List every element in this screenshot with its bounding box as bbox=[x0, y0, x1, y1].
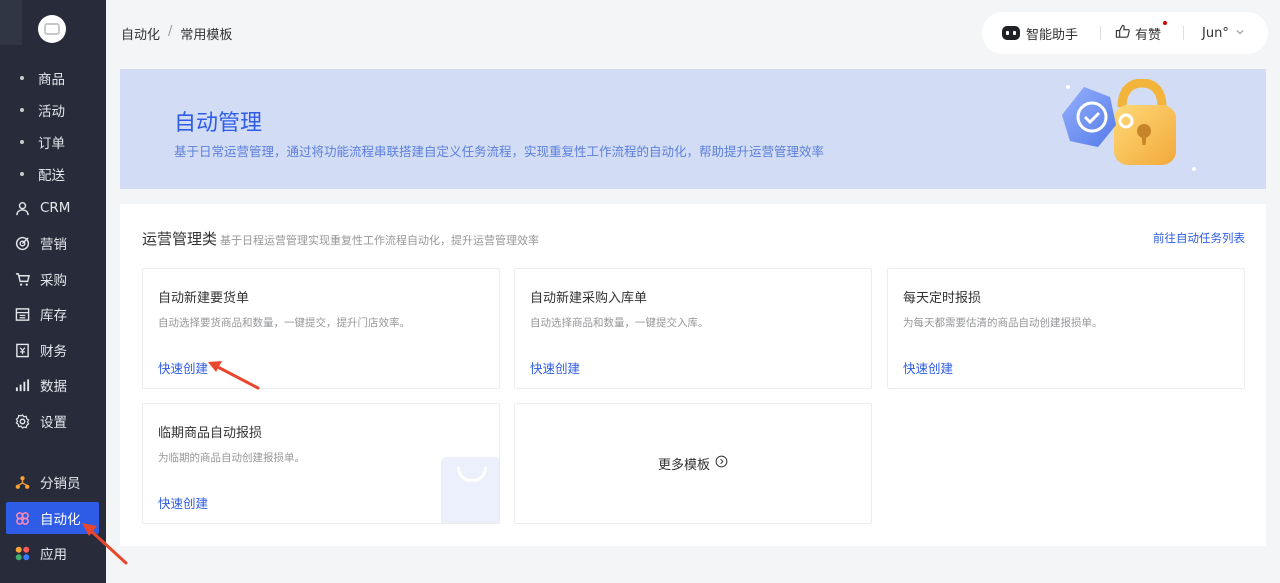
quick-create-link[interactable]: 快速创建 bbox=[158, 358, 208, 377]
card-title: 临期商品自动报损 bbox=[158, 426, 263, 441]
template-card: 自动新建采购入库单 自动选择商品和数量，一键提交入库。 快速创建 bbox=[514, 268, 872, 389]
cart-icon bbox=[14, 271, 30, 287]
card-title: 自动新建要货单 bbox=[158, 291, 250, 306]
bar-chart-icon bbox=[14, 377, 30, 393]
banner-description: 基于日常运营管理，通过将功能流程串联搭建自定义任务流程，实现重复性工作流程的自动… bbox=[174, 144, 825, 159]
sidebar-item-distributor[interactable]: 分销员 bbox=[0, 468, 106, 496]
arrow-right-circle-icon bbox=[715, 455, 728, 472]
sidebar-item-label: 分销员 bbox=[40, 476, 81, 492]
template-panel: 运营管理类 基于日程运营管理实现重复性工作流程自动化，提升运营管理效率 前往自动… bbox=[120, 204, 1266, 546]
sidebar-item-label: 商品 bbox=[38, 72, 65, 88]
sidebar-item-marketing[interactable]: 营销 bbox=[0, 229, 106, 257]
warehouse-icon bbox=[14, 306, 30, 322]
section-title: 运营管理类 bbox=[142, 230, 218, 248]
sidebar-item-label: 应用 bbox=[40, 547, 67, 563]
sidebar-item-apps[interactable]: 应用 bbox=[0, 539, 106, 567]
sidebar-item-settings[interactable]: 设置 bbox=[0, 407, 106, 435]
section-subtitle: 基于日程运营管理实现重复性工作流程自动化，提升运营管理效率 bbox=[220, 234, 539, 247]
sidebar-item-delivery[interactable]: 配送 bbox=[0, 160, 106, 188]
template-card: 临期商品自动报损 为临期的商品自动创建报损单。 快速创建 bbox=[142, 403, 500, 524]
bullet-icon bbox=[20, 76, 24, 80]
breadcrumb-separator: / bbox=[168, 24, 173, 39]
bullet-icon bbox=[20, 172, 24, 176]
sidebar-item-label: 订单 bbox=[38, 136, 65, 152]
sidebar-item-label: 数据 bbox=[40, 379, 67, 395]
topbar-actions: 智能助手 有赞 Jun° bbox=[982, 12, 1268, 54]
sidebar-item-activity[interactable]: 活动 bbox=[0, 96, 106, 124]
breadcrumb: 自动化 / 常用模板 bbox=[121, 24, 232, 43]
notification-dot bbox=[1163, 20, 1168, 25]
quick-create-link[interactable]: 快速创建 bbox=[158, 493, 208, 512]
robot-icon bbox=[1002, 26, 1020, 40]
automation-banner: 自动管理 基于日常运营管理，通过将功能流程串联搭建自定义任务流程，实现重复性工作… bbox=[120, 69, 1266, 189]
shop-logo-avatar[interactable] bbox=[38, 15, 66, 43]
card-description: 为临期的商品自动创建报损单。 bbox=[158, 452, 305, 464]
gear-icon bbox=[14, 413, 30, 429]
store-icon bbox=[44, 23, 60, 35]
like-button[interactable]: 有赞 bbox=[1115, 20, 1168, 43]
bullet-icon bbox=[20, 108, 24, 112]
sidebar-item-label: 采购 bbox=[40, 273, 67, 289]
automation-icon bbox=[14, 510, 30, 526]
sidebar-item-automation[interactable]: 自动化 bbox=[6, 502, 99, 534]
card-description: 自动选择商品和数量，一键提交入库。 bbox=[530, 317, 709, 329]
sidebar-item-finance[interactable]: 财务 bbox=[0, 336, 106, 364]
user-menu[interactable]: Jun° bbox=[1202, 26, 1245, 41]
sidebar-item-label: 配送 bbox=[38, 168, 65, 184]
apps-icon bbox=[14, 545, 30, 561]
sidebar-item-label: 库存 bbox=[40, 308, 67, 324]
smart-assistant-label: 智能助手 bbox=[1026, 27, 1079, 43]
thumbs-up-icon bbox=[1115, 24, 1130, 43]
chevron-down-icon bbox=[1235, 26, 1245, 41]
user-icon bbox=[14, 200, 30, 216]
sidebar-item-label: 活动 bbox=[38, 104, 65, 120]
card-title: 自动新建采购入库单 bbox=[530, 291, 648, 306]
card-title: 每天定时报损 bbox=[903, 291, 982, 306]
logo-decoration bbox=[0, 0, 22, 45]
sidebar-item-label: 营销 bbox=[40, 237, 67, 253]
sidebar-item-crm[interactable]: CRM bbox=[0, 194, 106, 222]
sidebar: 商品 活动 订单 配送 CRM 营销 采购 库存 财务 数据 设置 分销员 自动… bbox=[0, 0, 106, 583]
quick-create-link[interactable]: 快速创建 bbox=[903, 358, 953, 377]
more-templates-card[interactable]: 更多模板 bbox=[514, 403, 872, 524]
target-icon bbox=[14, 235, 30, 251]
smart-assistant-button[interactable]: 智能助手 bbox=[1002, 24, 1078, 43]
finance-icon bbox=[14, 342, 30, 358]
sidebar-item-label: 财务 bbox=[40, 344, 67, 360]
sidebar-item-label: CRM bbox=[40, 200, 71, 216]
sidebar-item-inventory[interactable]: 库存 bbox=[0, 300, 106, 328]
card-description: 自动选择要货商品和数量，一键提交，提升门店效率。 bbox=[158, 317, 410, 329]
sidebar-item-goods[interactable]: 商品 bbox=[0, 64, 106, 92]
shopping-bag-icon bbox=[441, 457, 499, 523]
divider bbox=[1183, 26, 1185, 40]
divider bbox=[1100, 26, 1102, 40]
card-description: 为每天都需要估清的商品自动创建报损单。 bbox=[903, 317, 1103, 329]
network-icon bbox=[14, 474, 30, 490]
like-label: 有赞 bbox=[1135, 27, 1162, 43]
user-name: Jun° bbox=[1202, 25, 1229, 41]
sidebar-item-purchase[interactable]: 采购 bbox=[0, 265, 106, 293]
breadcrumb-parent[interactable]: 自动化 bbox=[121, 24, 160, 43]
go-to-task-list-link[interactable]: 前往自动任务列表 bbox=[1153, 230, 1245, 246]
more-templates-button[interactable]: 更多模板 bbox=[658, 454, 728, 473]
sidebar-item-orders[interactable]: 订单 bbox=[0, 128, 106, 156]
template-card: 自动新建要货单 自动选择要货商品和数量，一键提交，提升门店效率。 快速创建 bbox=[142, 268, 500, 389]
more-templates-label: 更多模板 bbox=[657, 458, 710, 473]
quick-create-link[interactable]: 快速创建 bbox=[530, 358, 580, 377]
sidebar-item-label: 设置 bbox=[40, 415, 67, 431]
banner-title: 自动管理 bbox=[174, 111, 263, 136]
bullet-icon bbox=[20, 140, 24, 144]
sidebar-item-label: 自动化 bbox=[40, 512, 81, 528]
template-card: 每天定时报损 为每天都需要估清的商品自动创建报损单。 快速创建 bbox=[887, 268, 1245, 389]
sidebar-item-data[interactable]: 数据 bbox=[0, 371, 106, 399]
shield-lock-illustration-icon bbox=[1062, 79, 1196, 171]
breadcrumb-current: 常用模板 bbox=[180, 28, 233, 43]
